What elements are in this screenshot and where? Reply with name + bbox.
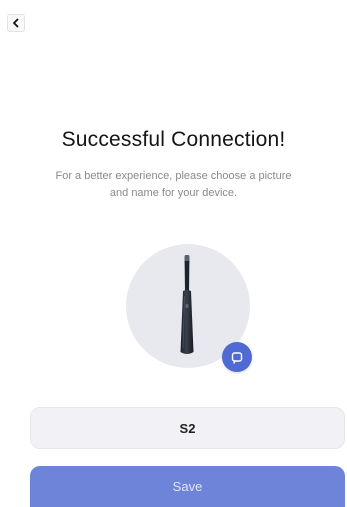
change-picture-button[interactable]: [222, 342, 252, 372]
chevron-left-icon: [13, 18, 19, 28]
back-button[interactable]: [7, 14, 25, 32]
save-button[interactable]: Save: [30, 466, 345, 507]
subtitle-line-1: For a better experience, please choose a…: [55, 170, 292, 182]
page-subtitle: For a better experience, please choose a…: [0, 168, 347, 202]
device-name-input[interactable]: [30, 407, 345, 449]
switch-icon: [231, 352, 243, 364]
page-title: Successful Connection!: [61, 128, 286, 151]
subtitle-line-2: and name for your device.: [109, 187, 238, 199]
